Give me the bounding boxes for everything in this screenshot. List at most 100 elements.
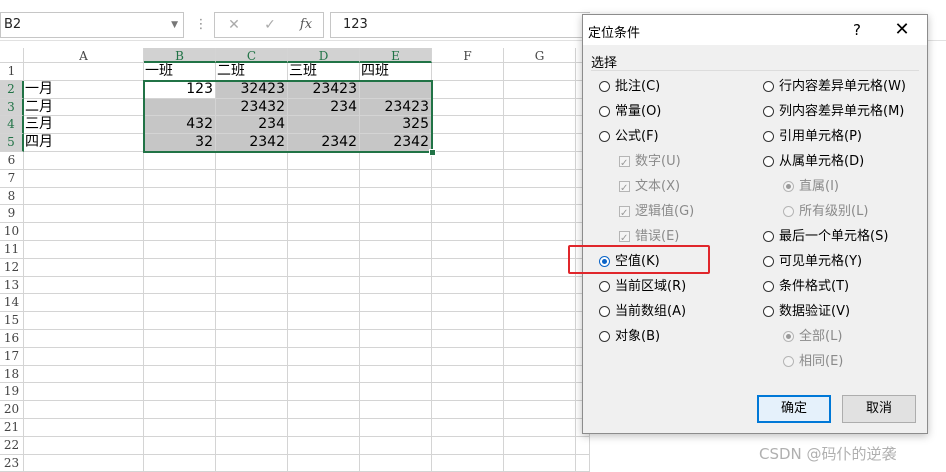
- radio-icon[interactable]: [763, 256, 774, 267]
- cell-b14[interactable]: [144, 294, 216, 313]
- cell-f22[interactable]: [432, 436, 504, 455]
- cell-b15[interactable]: [144, 312, 216, 330]
- cell-g17[interactable]: [504, 347, 576, 366]
- option-options_left-0[interactable]: 批注(C): [599, 76, 660, 98]
- cell-g22[interactable]: [504, 436, 576, 455]
- row-header-15[interactable]: 15: [0, 312, 24, 330]
- cell-a10[interactable]: [24, 223, 144, 241]
- row-header-4[interactable]: 4: [0, 116, 24, 135]
- cell-e20[interactable]: [360, 401, 432, 419]
- row-header-14[interactable]: 14: [0, 294, 24, 313]
- select-all-corner[interactable]: [0, 48, 24, 63]
- cell-d4[interactable]: [288, 116, 360, 135]
- cell-f15[interactable]: [432, 312, 504, 330]
- fill-handle[interactable]: [429, 149, 436, 156]
- cell-a14[interactable]: [24, 294, 144, 313]
- cell-d18[interactable]: [288, 365, 360, 384]
- radio-icon[interactable]: [763, 231, 774, 242]
- cell-e8[interactable]: [360, 187, 432, 206]
- cell-b11[interactable]: [144, 241, 216, 259]
- cell-g15[interactable]: [504, 312, 576, 330]
- cell-f21[interactable]: [432, 419, 504, 437]
- option-options_left-8[interactable]: 当前区域(R): [599, 276, 686, 298]
- formula-input[interactable]: 123: [330, 12, 590, 38]
- option-options_left-7[interactable]: 空值(K): [599, 251, 660, 273]
- cell-f8[interactable]: [432, 187, 504, 206]
- cell-d13[interactable]: [288, 276, 360, 295]
- radio-icon[interactable]: [763, 156, 774, 167]
- radio-icon[interactable]: [599, 306, 610, 317]
- cell-e5[interactable]: 2342: [360, 134, 432, 152]
- cell-e13[interactable]: [360, 276, 432, 295]
- column-header-c[interactable]: C: [216, 48, 288, 63]
- cell-f23[interactable]: [432, 454, 504, 472]
- cell-a11[interactable]: [24, 241, 144, 259]
- cell-e17[interactable]: [360, 347, 432, 366]
- cell-b17[interactable]: [144, 347, 216, 366]
- cell-g1[interactable]: [504, 63, 576, 81]
- cell-g2[interactable]: [504, 80, 576, 99]
- cell-e1[interactable]: 四班: [360, 63, 432, 81]
- cell-f6[interactable]: [432, 152, 504, 170]
- cell-b10[interactable]: [144, 223, 216, 241]
- cell-a4[interactable]: 三月: [24, 116, 144, 135]
- cell-a12[interactable]: [24, 258, 144, 277]
- cell-f17[interactable]: [432, 347, 504, 366]
- cell-e10[interactable]: [360, 223, 432, 241]
- cell-e7[interactable]: [360, 169, 432, 188]
- cell-c15[interactable]: [216, 312, 288, 330]
- cell-b3[interactable]: [144, 98, 216, 117]
- cell-d7[interactable]: [288, 169, 360, 188]
- cell-c14[interactable]: [216, 294, 288, 313]
- ok-button[interactable]: 确定: [757, 395, 831, 423]
- radio-icon[interactable]: [599, 106, 610, 117]
- cell-a5[interactable]: 四月: [24, 134, 144, 152]
- cell-g23[interactable]: [504, 454, 576, 472]
- cell-b23[interactable]: [144, 454, 216, 472]
- row-header-19[interactable]: 19: [0, 383, 24, 402]
- cell-e6[interactable]: [360, 152, 432, 170]
- cell-d8[interactable]: [288, 187, 360, 206]
- cell-g4[interactable]: [504, 116, 576, 135]
- cell-g9[interactable]: [504, 205, 576, 224]
- radio-icon[interactable]: [763, 131, 774, 142]
- cell-g3[interactable]: [504, 98, 576, 117]
- column-header-g[interactable]: G: [504, 48, 576, 63]
- cell-f12[interactable]: [432, 258, 504, 277]
- cell-f14[interactable]: [432, 294, 504, 313]
- cell-c12[interactable]: [216, 258, 288, 277]
- column-header-f[interactable]: F: [432, 48, 504, 63]
- close-icon[interactable]: ✕: [887, 18, 917, 42]
- row-header-11[interactable]: 11: [0, 241, 24, 259]
- cell-e14[interactable]: [360, 294, 432, 313]
- cell-c21[interactable]: [216, 419, 288, 437]
- column-header-b[interactable]: B: [144, 48, 216, 63]
- cell-b8[interactable]: [144, 187, 216, 206]
- cell-c11[interactable]: [216, 241, 288, 259]
- radio-icon[interactable]: [763, 81, 774, 92]
- cell-c17[interactable]: [216, 347, 288, 366]
- cell-f18[interactable]: [432, 365, 504, 384]
- cell-f20[interactable]: [432, 401, 504, 419]
- row-header-20[interactable]: 20: [0, 401, 24, 419]
- radio-icon[interactable]: [599, 331, 610, 342]
- option-options_right-6[interactable]: 最后一个单元格(S): [763, 226, 888, 248]
- cell-e18[interactable]: [360, 365, 432, 384]
- cell-e2[interactable]: [360, 80, 432, 99]
- cell-h23[interactable]: [576, 454, 590, 472]
- cell-f5[interactable]: [432, 134, 504, 152]
- cell-g20[interactable]: [504, 401, 576, 419]
- cell-b21[interactable]: [144, 419, 216, 437]
- cancel-entry-icon[interactable]: ✕: [219, 13, 249, 37]
- cell-d22[interactable]: [288, 436, 360, 455]
- cell-f3[interactable]: [432, 98, 504, 117]
- cell-g8[interactable]: [504, 187, 576, 206]
- cell-c6[interactable]: [216, 152, 288, 170]
- cell-a17[interactable]: [24, 347, 144, 366]
- cell-c13[interactable]: [216, 276, 288, 295]
- row-header-22[interactable]: 22: [0, 436, 24, 455]
- cell-g12[interactable]: [504, 258, 576, 277]
- cell-g19[interactable]: [504, 383, 576, 402]
- cell-f7[interactable]: [432, 169, 504, 188]
- cell-b1[interactable]: 一班: [144, 63, 216, 81]
